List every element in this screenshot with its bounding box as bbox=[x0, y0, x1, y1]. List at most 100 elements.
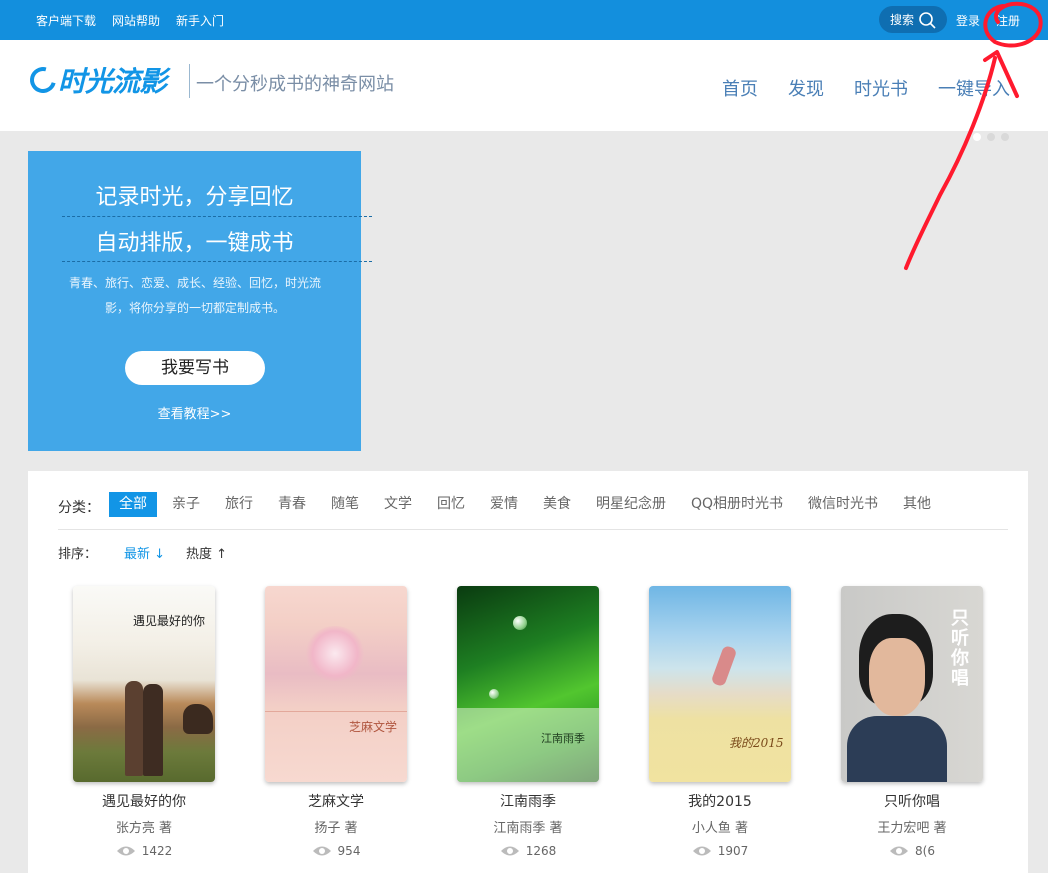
book-title[interactable]: 我的2015 bbox=[649, 791, 791, 811]
arrow-up-icon: ↑ bbox=[216, 547, 228, 562]
search-icon bbox=[919, 11, 936, 29]
book-cover[interactable]: 只听你唱 bbox=[841, 586, 983, 782]
category-label: 分类： bbox=[58, 500, 100, 516]
category-all[interactable]: 全部 bbox=[109, 492, 157, 517]
sort-newest-label: 最新 bbox=[124, 547, 151, 562]
register-link[interactable]: 注册 bbox=[996, 12, 1020, 29]
filter-divider bbox=[58, 529, 1008, 530]
nav-time-books[interactable]: 时光书 bbox=[854, 75, 908, 101]
promo-description-line: 青春、旅行、恋爱、成长、经验、回忆，时光流 bbox=[68, 276, 321, 290]
sort-popular[interactable]: 热度 ↑ bbox=[186, 543, 227, 562]
category-wechat[interactable]: 微信时光书 bbox=[798, 492, 888, 517]
site-slogan: 一个分秒成书的神奇网站 bbox=[196, 74, 394, 95]
eye-icon bbox=[500, 846, 519, 856]
write-book-button[interactable]: 我要写书 bbox=[125, 351, 265, 385]
cover-horse bbox=[183, 704, 213, 734]
book-title[interactable]: 遇见最好的你 bbox=[73, 791, 215, 811]
eye-icon bbox=[890, 846, 909, 856]
book-cover[interactable]: 遇见最好的你 bbox=[73, 586, 215, 782]
header-divider bbox=[189, 64, 190, 98]
book-author: 江南雨季 著 bbox=[493, 821, 563, 836]
cover-portrait-shirt bbox=[847, 716, 947, 782]
views-count: 8(6 bbox=[915, 844, 935, 858]
book-cover[interactable]: 我的2015 bbox=[649, 586, 791, 782]
book-author: 扬子 著 bbox=[314, 821, 358, 836]
book-title[interactable]: 芝麻文学 bbox=[265, 791, 407, 811]
cover-droplet bbox=[513, 616, 527, 630]
cover-line bbox=[265, 711, 407, 712]
login-link[interactable]: 登录 bbox=[956, 12, 980, 29]
views-count: 954 bbox=[337, 844, 361, 858]
book-views: 1907 bbox=[649, 844, 791, 858]
sort-label: 排序： bbox=[58, 547, 98, 562]
promo-dash-divider bbox=[62, 216, 372, 217]
cover-droplet bbox=[489, 689, 499, 699]
category-celebrity-album[interactable]: 明星纪念册 bbox=[586, 492, 676, 517]
book-views: 954 bbox=[265, 844, 407, 858]
book-views: 8(6 bbox=[841, 844, 983, 858]
category-essays[interactable]: 随笔 bbox=[321, 492, 369, 517]
beginner-guide-link[interactable]: 新手入门 bbox=[176, 12, 224, 29]
book-panel: 分类： 全部 亲子 旅行 青春 随笔 文学 回忆 爱情 美食 明星纪念册 QQ相… bbox=[28, 471, 1028, 873]
top-bar: 客户端下载 网站帮助 新手入门 搜索 登录 注册 bbox=[0, 0, 1048, 40]
eye-icon bbox=[116, 846, 135, 856]
site-logo[interactable]: 时光流影 bbox=[25, 62, 167, 98]
category-literature[interactable]: 文学 bbox=[374, 492, 422, 517]
promo-description-line: 影，将你分享的一切都定制成书。 bbox=[104, 301, 285, 315]
category-food[interactable]: 美食 bbox=[533, 492, 581, 517]
book-card[interactable]: 我的2015 我的2015 小人鱼 著 1907 bbox=[649, 586, 791, 858]
views-count: 1422 bbox=[141, 844, 173, 858]
search-button[interactable]: 搜索 bbox=[879, 6, 947, 33]
category-travel[interactable]: 旅行 bbox=[215, 492, 263, 517]
views-count: 1907 bbox=[717, 844, 749, 858]
nav-one-click-import[interactable]: 一键导入 bbox=[938, 75, 1010, 101]
book-title[interactable]: 江南雨季 bbox=[457, 791, 599, 811]
cover-figure bbox=[143, 684, 163, 776]
cover-title: 只听你唱 bbox=[948, 608, 969, 688]
promo-dash-divider bbox=[62, 261, 372, 262]
cover-title: 我的2015 bbox=[729, 736, 784, 750]
views-count: 1268 bbox=[525, 844, 557, 858]
logo-text: 时光流影 bbox=[58, 65, 167, 98]
book-card[interactable]: 只听你唱 只听你唱 王力宏吧 著 8(6 bbox=[841, 586, 983, 858]
book-card[interactable]: 江南雨季 江南雨季 江南雨季 著 1268 bbox=[457, 586, 599, 858]
arrow-down-icon: ↓ bbox=[154, 547, 166, 562]
category-youth[interactable]: 青春 bbox=[268, 492, 316, 517]
cover-title: 遇见最好的你 bbox=[133, 614, 206, 628]
cover-portrait-face bbox=[869, 638, 925, 716]
view-tutorial-link[interactable]: 查看教程>> bbox=[28, 403, 361, 422]
eye-icon bbox=[692, 846, 711, 856]
category-other[interactable]: 其他 bbox=[893, 492, 941, 517]
book-title[interactable]: 只听你唱 bbox=[841, 791, 983, 811]
cover-figure bbox=[125, 681, 143, 776]
cover-title: 芝麻文学 bbox=[349, 720, 398, 734]
category-love[interactable]: 爱情 bbox=[480, 492, 528, 517]
cover-figure bbox=[710, 644, 738, 688]
book-author: 王力宏吧 著 bbox=[877, 821, 947, 836]
sort-newest[interactable]: 最新 ↓ bbox=[124, 543, 165, 562]
client-download-link[interactable]: 客户端下载 bbox=[36, 12, 96, 29]
book-views: 1422 bbox=[73, 844, 215, 858]
book-author: 小人鱼 著 bbox=[691, 821, 749, 836]
logo-mark bbox=[25, 62, 61, 98]
book-views: 1268 bbox=[457, 844, 599, 858]
promo-box: 记录时光，分享回忆 自动排版，一键成书 青春、旅行、恋爱、成长、经验、回忆，时光… bbox=[28, 151, 372, 451]
category-qq-album[interactable]: QQ相册时光书 bbox=[681, 492, 793, 517]
promo-headline-2: 自动排版，一键成书 bbox=[95, 231, 294, 256]
nav-discover[interactable]: 发现 bbox=[788, 75, 824, 101]
carousel-dot[interactable] bbox=[987, 133, 995, 141]
book-card[interactable]: 芝麻文学 芝麻文学 扬子 著 954 bbox=[265, 586, 407, 858]
book-card[interactable]: 遇见最好的你 遇见最好的你 张方亮 著 1422 bbox=[73, 586, 215, 858]
book-cover[interactable]: 芝麻文学 bbox=[265, 586, 407, 782]
promo-headline-1: 记录时光，分享回忆 bbox=[95, 185, 294, 210]
carousel-dot[interactable] bbox=[973, 133, 981, 141]
category-parenting[interactable]: 亲子 bbox=[162, 492, 210, 517]
carousel-dot[interactable] bbox=[1001, 133, 1009, 141]
site-help-link[interactable]: 网站帮助 bbox=[112, 12, 160, 29]
eye-icon bbox=[312, 846, 331, 856]
nav-home[interactable]: 首页 bbox=[722, 75, 758, 101]
search-label: 搜索 bbox=[890, 13, 915, 27]
category-memories[interactable]: 回忆 bbox=[427, 492, 475, 517]
cover-blossom bbox=[305, 626, 365, 681]
book-cover[interactable]: 江南雨季 bbox=[457, 586, 599, 782]
